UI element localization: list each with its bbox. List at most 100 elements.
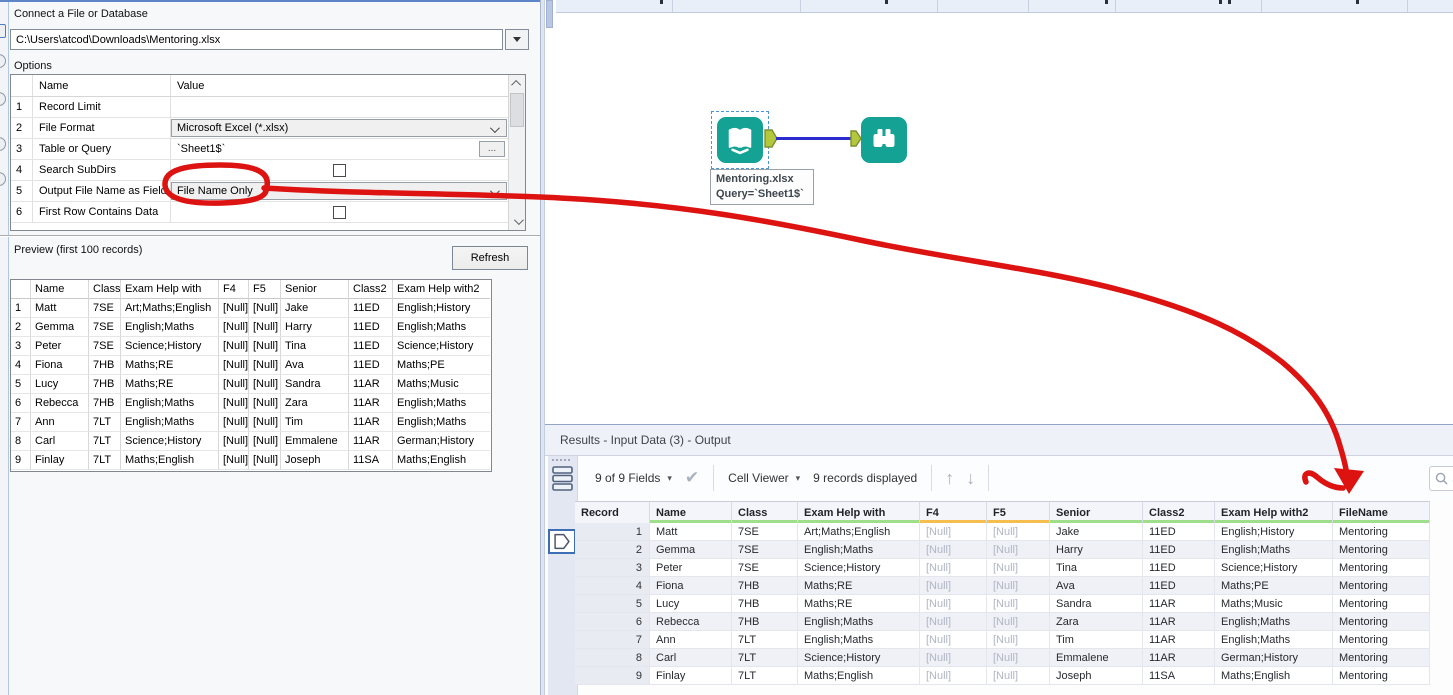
caret-down-icon[interactable]: ▾ (667, 473, 672, 484)
alteryx-designer: Connect a File or Database Options Name V… (0, 0, 1453, 695)
preview-label: Preview (first 100 records) (14, 244, 143, 256)
results-cell: 11ED (1143, 559, 1215, 577)
file-dropdown-button[interactable] (505, 29, 529, 50)
scroll-down-button[interactable] (509, 213, 525, 230)
apply-checkmark-icon[interactable]: ✔ (685, 468, 699, 488)
config-icon-strip (0, 2, 9, 695)
results-cell: Gemma (650, 541, 732, 559)
results-header-cell[interactable]: Class (732, 501, 798, 523)
results-cell: [Null] (920, 559, 987, 577)
checkbox[interactable] (332, 205, 346, 219)
option-value-text[interactable]: `Sheet1$` (171, 143, 225, 155)
preview-cell: [Null] (219, 413, 249, 432)
input-data-tool[interactable] (717, 117, 763, 163)
results-cell: [Null] (987, 613, 1050, 631)
option-name: Record Limit (33, 97, 171, 117)
drag-handle[interactable] (552, 459, 570, 461)
options-scrollbar[interactable] (508, 75, 525, 230)
option-value-dropdown[interactable]: File Name Only (171, 182, 507, 200)
option-value: Microsoft Excel (*.xlsx) (171, 118, 508, 138)
dropdown-value: Microsoft Excel (*.xlsx) (177, 122, 289, 134)
results-cell: Art;Maths;English (798, 523, 920, 541)
results-header-cell[interactable]: Exam Help with (798, 501, 920, 523)
results-cell: 7HB (732, 595, 798, 613)
binoculars-icon (873, 129, 895, 147)
option-value-dropdown[interactable]: Microsoft Excel (*.xlsx) (171, 119, 507, 137)
row-number-cell: 5 (11, 181, 33, 201)
previous-record-button[interactable]: ↑ (945, 468, 954, 489)
cell-viewer-button[interactable]: Cell Viewer (728, 471, 788, 485)
config-tab-icon[interactable] (0, 172, 6, 186)
fields-summary[interactable]: 9 of 9 Fields (595, 471, 660, 485)
results-header-cell[interactable]: Exam Help with2 (1215, 501, 1333, 523)
results-cell: Zara (1050, 613, 1143, 631)
results-cell: Maths;Music (1215, 595, 1333, 613)
results-cell: Mentoring (1333, 649, 1430, 667)
results-cell: Mentoring (1333, 613, 1430, 631)
scroll-thumb[interactable] (510, 93, 524, 127)
preview-cell: [Null] (249, 337, 281, 356)
option-value (171, 97, 508, 117)
search-input[interactable] (1448, 471, 1453, 486)
results-cell: [Null] (987, 595, 1050, 613)
results-cell: 7LT (732, 649, 798, 667)
row-number-cell: 8 (11, 432, 31, 451)
option-value: File Name Only (171, 181, 508, 201)
search-box[interactable] (1429, 466, 1453, 491)
results-header-cell[interactable]: Name (650, 501, 732, 523)
results-title: Results - Input Data (3) - Output (560, 433, 731, 447)
connection-wire[interactable] (776, 137, 852, 140)
ellipsis-button[interactable]: ... (479, 141, 505, 157)
preview-cell: [Null] (219, 356, 249, 375)
preview-cell: Peter (31, 337, 89, 356)
browse-tool[interactable] (861, 117, 907, 163)
results-cell: Maths;RE (798, 577, 920, 595)
preview-cell: [Null] (249, 356, 281, 375)
refresh-button[interactable]: Refresh (452, 246, 528, 270)
results-cell: Ann (650, 631, 732, 649)
preview-cell: Ava (281, 356, 349, 375)
row-number-cell: 3 (11, 337, 31, 356)
config-tab-icon[interactable] (0, 24, 6, 38)
checkbox[interactable] (332, 163, 346, 177)
records-view-icon[interactable] (551, 465, 575, 493)
workflow-canvas[interactable]: Mentoring.xlsx Query=`Sheet1$` (545, 0, 1453, 424)
caret-down-icon[interactable]: ▾ (796, 473, 801, 484)
results-header-cell[interactable]: Senior (1050, 501, 1143, 523)
option-row: 3 Table or Query `Sheet1$`... (11, 139, 508, 160)
record-number-cell: 7 (575, 631, 650, 649)
preview-cell: [Null] (219, 451, 249, 470)
file-path-input[interactable] (10, 29, 503, 50)
config-tab-icon[interactable] (0, 54, 6, 68)
results-row: 1 Matt 7SE Art;Maths;English [Null] [Null] Jak… (575, 523, 1430, 541)
row-number-cell: 1 (11, 299, 31, 318)
output-anchor-icon (554, 533, 570, 550)
results-cell: Mentoring (1333, 631, 1430, 649)
results-row: 2 Gemma 7SE English;Maths [Null] [Null] Harry 1… (575, 541, 1430, 559)
preview-header-cell: Name (31, 280, 89, 299)
option-name: First Row Contains Data (33, 202, 171, 222)
row-number-cell: 5 (11, 375, 31, 394)
preview-cell: 11ED (349, 337, 393, 356)
results-header-cell[interactable]: Record (575, 501, 650, 523)
config-tab-icon[interactable] (0, 92, 6, 106)
preview-cell: Maths;English (393, 451, 490, 470)
results-header-cell[interactable]: FileName (1333, 501, 1430, 523)
scroll-up-button[interactable] (509, 75, 525, 92)
results-cell: [Null] (987, 577, 1050, 595)
preview-cell: Fiona (31, 356, 89, 375)
results-cell: English;Maths (798, 613, 920, 631)
results-cell: 7SE (732, 523, 798, 541)
preview-cell: Maths;RE (121, 356, 219, 375)
output-anchor-selector[interactable] (548, 529, 576, 554)
results-cell: [Null] (920, 523, 987, 541)
search-icon (1435, 472, 1448, 485)
next-record-button[interactable]: ↓ (966, 468, 975, 489)
results-cell: [Null] (987, 523, 1050, 541)
results-cell: 7LT (732, 631, 798, 649)
preview-cell: Lucy (31, 375, 89, 394)
results-header-cell[interactable]: Class2 (1143, 501, 1215, 523)
results-header-cell[interactable]: F4 (920, 501, 987, 523)
results-header-cell[interactable]: F5 (987, 501, 1050, 523)
config-tab-icon[interactable] (0, 137, 6, 151)
